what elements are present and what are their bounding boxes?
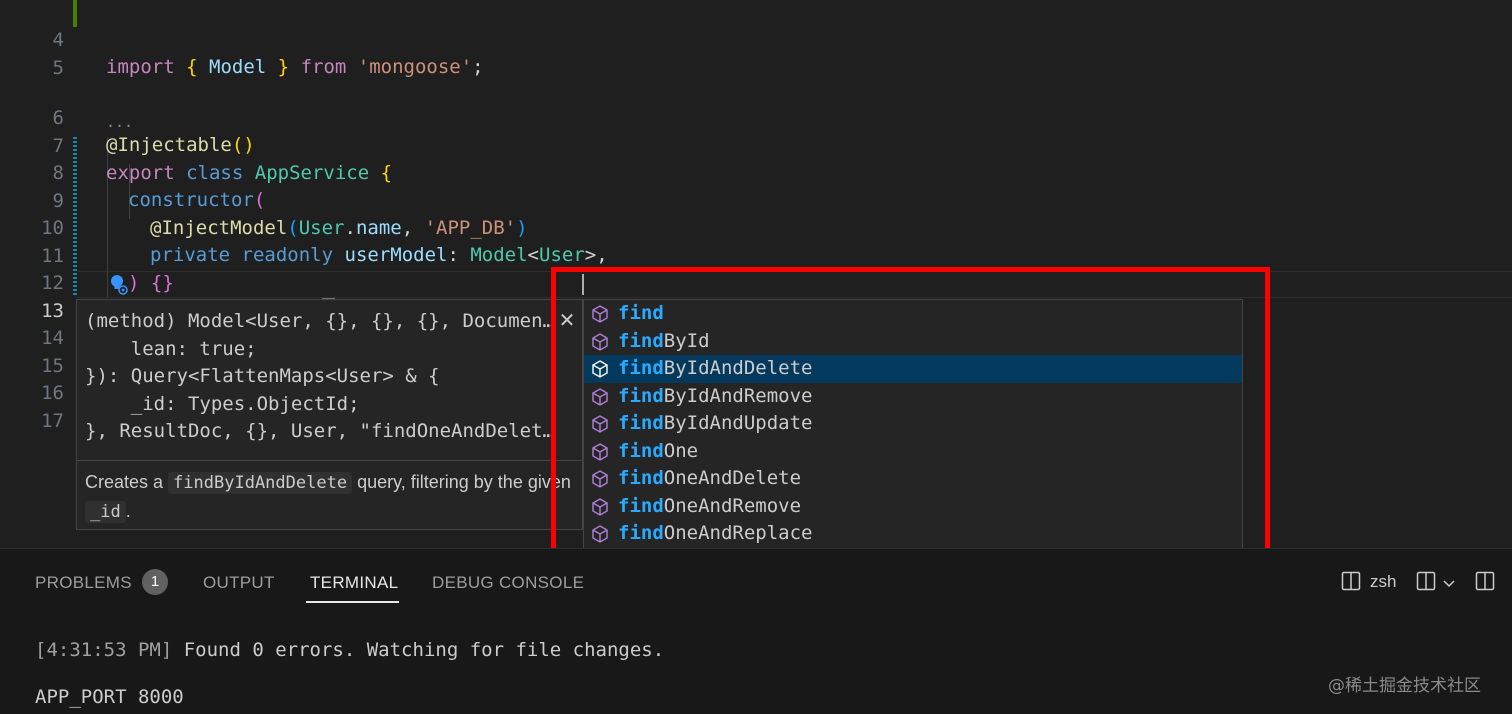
terminal-line: [4:31:53 PM] Found 0 errors. Watching fo… [35,639,665,661]
lightbulb-icon[interactable] [108,273,128,295]
terminal-line: APP_PORT 8000 [35,686,184,708]
inline-code: _id [85,501,126,523]
code-line[interactable]: 10 private readonly userModel: Model<Use… [0,188,1512,266]
code-line[interactable]: 8 constructor( [0,133,1512,211]
code-line[interactable]: 9 @InjectModel(User.name, 'APP_DB') [0,161,1512,239]
bottom-panel: PROBLEMS 1 OUTPUT TERMINAL DEBUG CONSOLE… [0,548,1512,714]
code-line[interactable]: 11 ) {} [0,216,1512,294]
code-line[interactable]: 12 async getHello() { [0,243,1512,322]
active-tab-indicator [306,601,399,603]
shell-name[interactable]: zsh [1370,572,1396,592]
code-line[interactable]: 6 @Injectable() [0,78,1512,156]
line-number: 17 [41,409,64,432]
split-terminal-icon[interactable] [1416,571,1436,595]
method-signature: (method) Model<User, {}, {}, {}, Documen… [85,310,554,442]
hover-detail-widget: (method) Model<User, {}, {}, {}, Documen… [76,299,583,530]
tab-problems[interactable]: PROBLEMS [35,573,132,593]
method-doc: Creates a findByIdAndDelete query, filte… [85,472,571,523]
problems-count-badge: 1 [142,569,168,595]
watermark: @稀土掘金技术社区 [1328,676,1481,696]
toggle-panel-icon[interactable] [1475,571,1495,595]
code-line[interactable]: 5 [0,28,1512,79]
tab-debug-console[interactable]: DEBUG CONSOLE [432,573,584,593]
code-line[interactable]: 7 export class AppService { [0,106,1512,184]
divider [77,460,582,461]
tab-output[interactable]: OUTPUT [203,573,275,593]
terminal-split-icon[interactable] [1341,571,1361,595]
tab-terminal[interactable]: TERMINAL [310,573,398,593]
inline-code: findByIdAndDelete [168,472,353,494]
code-line[interactable]: 4 import { Model } from 'mongoose'; [0,0,1512,78]
chevron-down-icon[interactable] [1442,575,1456,594]
